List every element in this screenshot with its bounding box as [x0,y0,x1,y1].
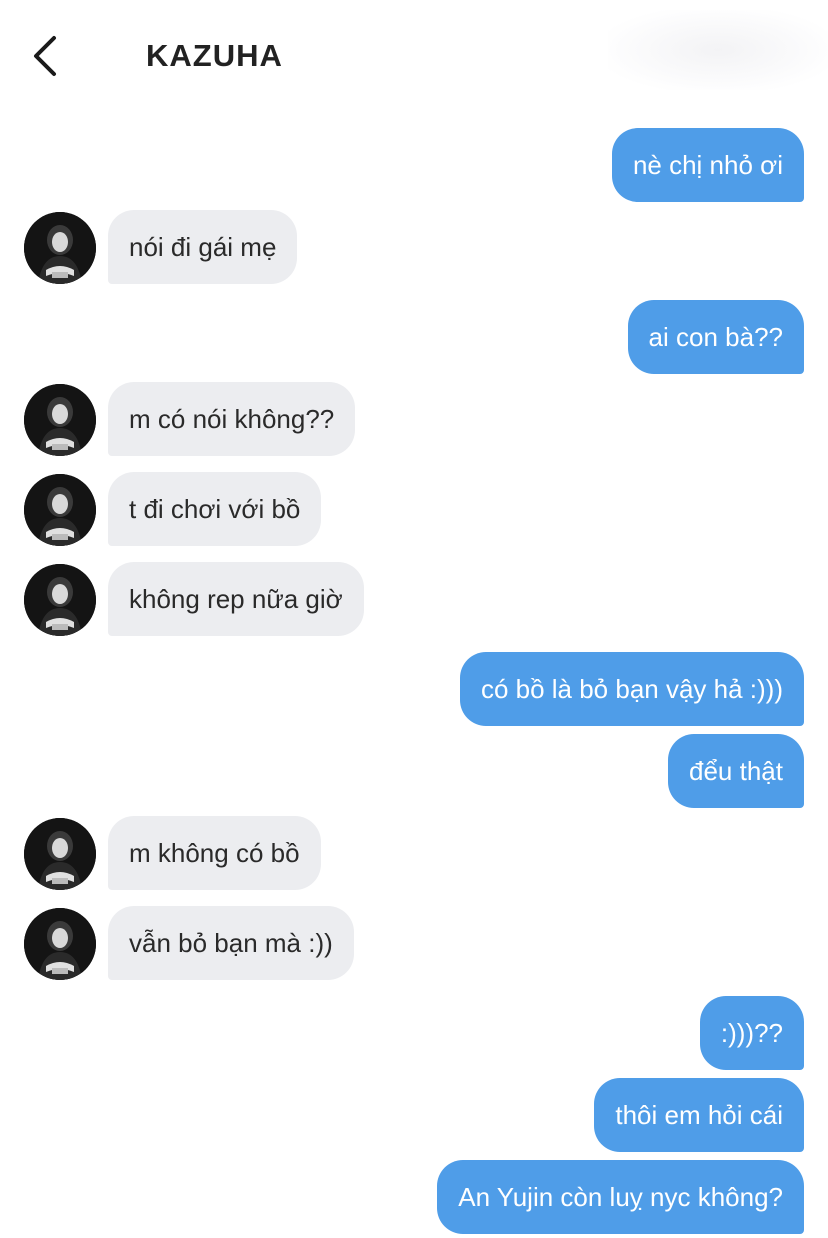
message-list[interactable]: nè chị nhỏ ơi nói đi gái mẹ ai con bà?? [0,0,828,1238]
back-button[interactable] [26,34,66,78]
message-bubble[interactable]: nói đi gái mẹ [108,210,298,284]
avatar-image [24,564,96,636]
message-bubble[interactable]: thôi em hỏi cái [594,1078,804,1152]
message-bubble[interactable]: :)))?? [699,996,804,1070]
avatar[interactable] [24,384,96,456]
avatar[interactable] [24,212,96,284]
message-bubble[interactable]: m không có bồ [108,816,321,890]
avatar[interactable] [24,474,96,546]
avatar-image [24,818,96,890]
avatar[interactable] [24,908,96,980]
message-bubble[interactable]: m có nói không?? [108,382,356,456]
message-bubble[interactable]: ai con bà?? [627,300,804,374]
avatar-image [24,474,96,546]
chevron-left-icon [34,36,56,76]
avatar-image [24,384,96,456]
redacted-area [608,10,828,90]
avatar[interactable] [24,818,96,890]
message-bubble[interactable]: t đi chơi với bồ [108,472,322,546]
avatar-image [24,212,96,284]
message-bubble[interactable]: không rep nữa giờ [108,562,364,636]
message-bubble[interactable]: nè chị nhỏ ơi [611,128,804,202]
chat-header: KAZUHA [0,0,828,110]
message-bubble[interactable]: đểu thật [668,734,804,808]
message-bubble[interactable]: An Yujin còn luỵ nyc không? [437,1160,804,1234]
chat-title: KAZUHA [146,38,283,73]
message-bubble[interactable]: có bồ là bỏ bạn vậy hả :))) [459,652,804,726]
avatar[interactable] [24,564,96,636]
message-bubble[interactable]: vẫn bỏ bạn mà :)) [108,906,354,980]
avatar-image [24,908,96,980]
